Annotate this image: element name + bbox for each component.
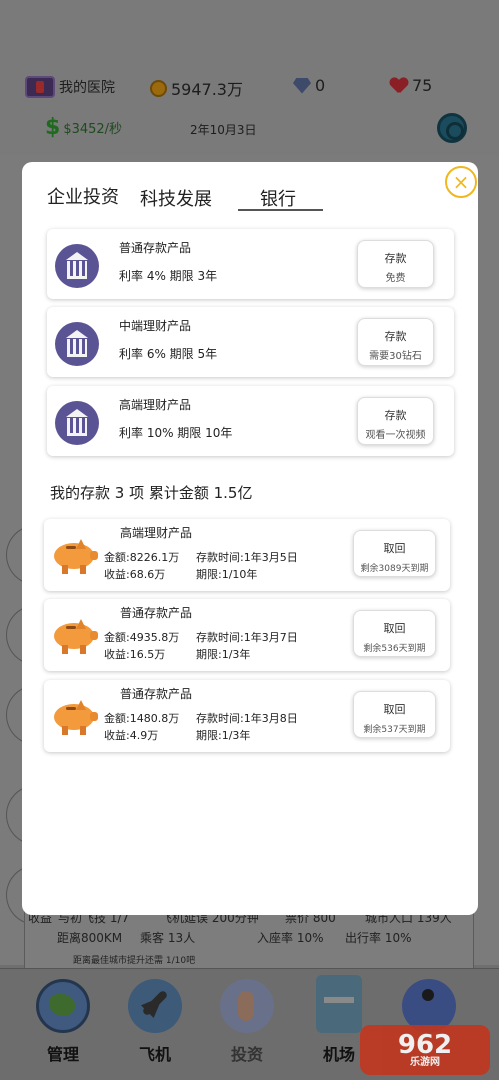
- airplane-icon: [128, 979, 182, 1033]
- settings-gear-icon[interactable]: [437, 113, 467, 143]
- tab-bank[interactable]: 银行: [260, 185, 296, 211]
- deposit-term: 期限:1/3年: [196, 648, 251, 661]
- top-hud: 我的医院 5947.3万 0 75 $ $3452/秒 2年10月3日: [0, 0, 499, 155]
- deposit-button-cost: 观看一次视频: [365, 430, 426, 441]
- diamond-icon: [293, 77, 311, 94]
- airport-tower-icon: [316, 975, 362, 1033]
- coin-icon: [150, 79, 167, 97]
- coins-value: 5947.3万: [171, 80, 243, 99]
- route-footer-note: 距离最佳城市提升还需 1/10吧: [73, 956, 196, 966]
- deposit-term: 期限:1/10年: [196, 568, 258, 581]
- withdraw-button[interactable]: 取回 剩余3089天到期: [353, 530, 436, 577]
- withdraw-button-label: 取回: [383, 542, 406, 555]
- deposit-button[interactable]: 存款 需要30钻石: [357, 318, 434, 366]
- hearts-value: 75: [412, 76, 433, 95]
- hud-row-resources: 我的医院 5947.3万 0 75: [0, 72, 499, 100]
- nav-manage-label: 管理: [46, 1045, 79, 1064]
- deposit-summary: 我的存款 3 项 累计金额 1.5亿: [50, 484, 253, 502]
- watermark-text: 962: [397, 1030, 453, 1060]
- withdraw-button-label: 取回: [383, 622, 406, 635]
- globe-icon: [36, 979, 90, 1033]
- hearts-counter: 75: [390, 76, 432, 95]
- route-seat-rate: 入座率 10%: [257, 931, 324, 945]
- hud-row-status: $ $3452/秒 2年10月3日: [0, 113, 499, 145]
- nav-planes-label: 飞机: [138, 1045, 171, 1064]
- bank-building-icon: [55, 322, 99, 366]
- withdraw-button[interactable]: 取回 剩余537天到期: [353, 691, 436, 738]
- product-card: 普通存款产品 利率 4% 期限 3年 存款 免费: [47, 229, 454, 299]
- deposit-time: 存款时间:1年3月8日: [196, 712, 298, 725]
- withdraw-remaining: 剩余536天到期: [363, 644, 426, 654]
- gems-value: 0: [315, 76, 326, 95]
- tab-tech-development[interactable]: 科技发展: [140, 185, 212, 211]
- product-card: 中端理财产品 利率 6% 期限 5年 存款 需要30钻石: [47, 307, 454, 377]
- deposit-button[interactable]: 存款 免费: [357, 240, 434, 288]
- deposit-term: 期限:1/3年: [196, 729, 251, 742]
- deposit-amount: 金额:8226.1万: [104, 551, 180, 564]
- withdraw-button[interactable]: 取回 剩余536天到期: [353, 610, 436, 657]
- deposit-name: 高端理财产品: [120, 526, 193, 540]
- deposit-card: 高端理财产品 金额:8226.1万 收益:68.6万 存款时间:1年3月5日 期…: [44, 519, 450, 591]
- deposit-income: 收益:16.5万: [104, 648, 166, 661]
- product-name: 中端理财产品: [119, 319, 192, 333]
- product-name: 高端理财产品: [119, 398, 192, 412]
- close-icon[interactable]: ×: [445, 166, 477, 198]
- hospital-badge-icon: [25, 76, 55, 98]
- deposit-button-cost: 免费: [385, 273, 406, 284]
- dollar-icon: $: [45, 115, 61, 140]
- deposit-amount: 金额:1480.8万: [104, 712, 180, 725]
- coins-counter: 5947.3万: [150, 76, 243, 100]
- deposit-income: 收益:4.9万: [104, 729, 159, 742]
- deposit-button[interactable]: 存款 观看一次视频: [357, 397, 434, 445]
- nav-planes[interactable]: 飞机: [120, 979, 190, 1065]
- nav-invest-label: 投资: [230, 1045, 263, 1064]
- heart-icon: [390, 78, 408, 94]
- active-tab-indicator: [238, 209, 323, 211]
- deposit-button-label: 存款: [384, 409, 407, 422]
- product-rate: 利率 6% 期限 5年: [119, 347, 218, 361]
- site-watermark-logo: 962 乐游网: [360, 1025, 490, 1075]
- hospital-link[interactable]: 我的医院: [25, 76, 115, 98]
- withdraw-remaining: 剩余537天到期: [363, 725, 426, 735]
- deposit-button-label: 存款: [384, 330, 407, 343]
- game-date-value: 2年10月3日: [190, 123, 257, 137]
- deposit-name: 普通存款产品: [120, 687, 193, 701]
- bank-building-icon: [55, 401, 99, 445]
- nav-manage[interactable]: 管理: [28, 979, 98, 1065]
- deposit-time: 存款时间:1年3月5日: [196, 551, 298, 564]
- withdraw-remaining: 剩余3089天到期: [360, 564, 429, 574]
- deposit-time: 存款时间:1年3月7日: [196, 631, 298, 644]
- nav-invest[interactable]: 投资: [212, 979, 282, 1065]
- deposit-income: 收益:68.6万: [104, 568, 166, 581]
- product-name: 普通存款产品: [119, 241, 192, 255]
- deposit-card: 普通存款产品 金额:1480.8万 收益:4.9万 存款时间:1年3月8日 期限…: [44, 680, 450, 752]
- deposit-card: 普通存款产品 金额:4935.8万 收益:16.5万 存款时间:1年3月7日 期…: [44, 599, 450, 671]
- product-card: 高端理财产品 利率 10% 期限 10年 存款 观看一次视频: [47, 386, 454, 456]
- hand-coin-icon: [220, 979, 274, 1033]
- gems-counter: 0: [293, 76, 325, 95]
- tab-enterprise-investment[interactable]: 企业投资: [47, 183, 119, 209]
- piggy-bank-icon: [54, 619, 100, 655]
- deposit-amount: 金额:4935.8万: [104, 631, 180, 644]
- deposit-button-cost: 需要30钻石: [369, 351, 422, 362]
- deposit-name: 普通存款产品: [120, 606, 193, 620]
- hospital-label: 我的医院: [59, 80, 115, 96]
- route-departure-rate: 出行率 10%: [345, 931, 412, 945]
- income-rate: $ $3452/秒: [45, 115, 122, 140]
- game-date: 2年10月3日: [190, 121, 257, 138]
- piggy-bank-icon: [54, 700, 100, 736]
- product-rate: 利率 10% 期限 10年: [119, 426, 233, 440]
- bank-building-icon: [55, 244, 99, 288]
- deposit-button-label: 存款: [384, 252, 407, 265]
- route-passengers: 乘客 13人: [140, 931, 196, 945]
- withdraw-button-label: 取回: [383, 703, 406, 716]
- route-distance: 距离800KM: [57, 931, 123, 945]
- piggy-bank-icon: [54, 539, 100, 575]
- income-rate-value: $3452/秒: [63, 122, 123, 137]
- product-rate: 利率 4% 期限 3年: [119, 269, 218, 283]
